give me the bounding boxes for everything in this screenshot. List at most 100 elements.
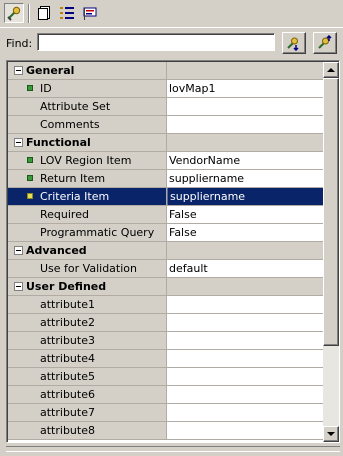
property-row[interactable]: attribute2 [8, 314, 323, 332]
property-row[interactable]: attribute8 [8, 422, 323, 440]
property-row[interactable]: Programmatic Query False [8, 224, 323, 242]
flag-icon[interactable] [80, 3, 100, 23]
toolbar-separator [28, 4, 30, 23]
categorized-list-icon[interactable] [57, 3, 77, 23]
property-value-cell[interactable]: False [167, 206, 323, 223]
property-name-cell[interactable]: attribute7 [8, 404, 167, 421]
required-marker-icon [27, 193, 33, 199]
property-value-cell[interactable] [167, 404, 323, 421]
property-row[interactable]: attribute5 [8, 368, 323, 386]
category-row[interactable]: User Defined [8, 278, 323, 296]
property-value-cell[interactable]: VendorName [167, 152, 323, 169]
scroll-down-button[interactable] [323, 426, 339, 442]
property-row[interactable]: attribute1 [8, 296, 323, 314]
category-row[interactable]: General [8, 62, 323, 80]
property-row[interactable]: Return Item suppliername [8, 170, 323, 188]
property-inspector-icon[interactable] [4, 3, 24, 23]
find-previous-icon[interactable] [313, 32, 337, 54]
property-value-cell[interactable] [167, 116, 323, 133]
property-row[interactable]: ID lovMap1 [8, 80, 323, 98]
property-name-cell[interactable]: attribute3 [8, 332, 167, 349]
property-row[interactable]: attribute6 [8, 386, 323, 404]
property-name-cell[interactable]: attribute5 [8, 368, 167, 385]
find-input[interactable] [37, 33, 275, 51]
property-name-cell[interactable]: attribute4 [8, 350, 167, 367]
property-value-cell[interactable] [167, 332, 323, 349]
property-row[interactable]: Comments [8, 116, 323, 134]
category-label: Advanced [26, 244, 87, 257]
property-value-cell[interactable] [167, 368, 323, 385]
new-page-icon[interactable] [35, 3, 55, 23]
property-value-cell[interactable]: False [167, 224, 323, 241]
collapse-toggle-icon[interactable] [14, 138, 23, 147]
property-label: attribute2 [40, 316, 95, 329]
property-value-cell[interactable] [167, 314, 323, 331]
property-value-cell[interactable]: suppliername [167, 170, 323, 187]
collapse-toggle-icon[interactable] [14, 282, 23, 291]
property-label: attribute1 [40, 298, 95, 311]
property-label: Comments [40, 118, 100, 131]
property-row[interactable]: Criteria Item suppliername [8, 188, 323, 206]
property-label: Return Item [40, 172, 106, 185]
property-value-cell[interactable]: default [167, 260, 323, 277]
property-name-cell[interactable]: Required [8, 206, 167, 223]
property-row[interactable]: attribute4 [8, 350, 323, 368]
find-bar: Find: [0, 29, 343, 59]
property-row[interactable]: attribute3 [8, 332, 323, 350]
collapse-toggle-icon[interactable] [14, 66, 23, 75]
required-marker-icon [27, 157, 33, 163]
property-value-cell[interactable] [167, 296, 323, 313]
property-name-cell[interactable]: Functional [8, 134, 167, 151]
property-label: attribute6 [40, 388, 95, 401]
find-next-icon[interactable] [282, 32, 306, 54]
category-label: General [26, 64, 75, 77]
property-name-cell[interactable]: Use for Validation [8, 260, 167, 277]
property-name-cell[interactable]: Advanced [8, 242, 167, 259]
property-name-cell[interactable]: User Defined [8, 278, 167, 295]
property-name-cell[interactable]: Comments [8, 116, 167, 133]
category-row[interactable]: Advanced [8, 242, 323, 260]
property-value-cell[interactable] [167, 386, 323, 403]
property-value-cell[interactable] [167, 350, 323, 367]
property-value-cell [167, 62, 323, 79]
collapse-toggle-icon[interactable] [14, 246, 23, 255]
property-label: Criteria Item [40, 190, 110, 203]
property-name-cell[interactable]: attribute8 [8, 422, 167, 439]
property-name-cell[interactable]: Return Item [8, 170, 167, 187]
property-value-cell[interactable] [167, 98, 323, 115]
property-row[interactable]: Attribute Set [8, 98, 323, 116]
property-label: Programmatic Query [40, 226, 155, 239]
scroll-up-button[interactable] [323, 62, 339, 78]
property-name-cell[interactable]: Programmatic Query [8, 224, 167, 241]
property-name-cell[interactable]: ID [8, 80, 167, 97]
property-label: Required [40, 208, 89, 221]
up-arrow-icon [327, 68, 335, 72]
property-row[interactable]: attribute7 [8, 404, 323, 422]
property-name-cell[interactable]: General [8, 62, 167, 79]
property-row[interactable]: LOV Region Item VendorName [8, 152, 323, 170]
property-value-cell[interactable]: suppliername [167, 188, 323, 205]
property-label: LOV Region Item [40, 154, 132, 167]
vertical-scrollbar[interactable] [323, 62, 339, 442]
category-row[interactable]: Functional [8, 134, 323, 152]
property-row[interactable]: Required False [8, 206, 323, 224]
property-value-cell[interactable] [167, 422, 323, 439]
scroll-thumb[interactable] [323, 78, 339, 346]
property-name-cell[interactable]: LOV Region Item [8, 152, 167, 169]
property-label: ID [40, 82, 52, 95]
property-label: attribute3 [40, 334, 95, 347]
property-row[interactable]: Use for Validation default [8, 260, 323, 278]
property-value-cell[interactable]: lovMap1 [167, 80, 323, 97]
property-name-cell[interactable]: attribute2 [8, 314, 167, 331]
property-grid-rows: General ID lovMap1 Attribute Set Comments Fun… [8, 62, 323, 440]
property-name-cell[interactable]: attribute6 [8, 386, 167, 403]
property-name-cell[interactable]: Attribute Set [8, 98, 167, 115]
required-marker-icon [27, 85, 33, 91]
property-name-cell[interactable]: Criteria Item [8, 188, 167, 205]
property-label: Attribute Set [40, 100, 111, 113]
find-label: Find: [6, 37, 33, 50]
property-label: Use for Validation [40, 262, 137, 275]
property-grid: General ID lovMap1 Attribute Set Comments Fun… [6, 60, 340, 443]
property-name-cell[interactable]: attribute1 [8, 296, 167, 313]
down-arrow-icon [327, 432, 335, 436]
